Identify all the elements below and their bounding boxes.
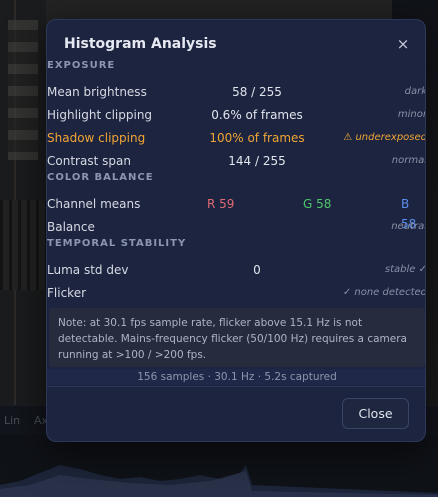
metric-mean-brightness: Mean brightness 58 / 255 dark: [47, 82, 426, 102]
metric-contrast-span: Contrast span 144 / 255 normal: [47, 151, 426, 171]
metric-channel-means: Channel means R 59 G 58 B 58: [47, 194, 425, 231]
warning-note: ⚠ underexposed: [343, 132, 426, 143]
section-temporal-stability: TEMPORAL STABILITY: [47, 238, 187, 249]
close-button[interactable]: Close: [342, 398, 409, 429]
capture-summary: 156 samples · 30.1 Hz · 5.2s captured: [47, 369, 425, 385]
metric-note: ✓ none detected: [342, 287, 426, 298]
metric-label: Luma std dev: [47, 263, 129, 277]
green-channel-mean: G 58: [303, 197, 332, 211]
close-icon[interactable]: ×: [395, 34, 411, 54]
metric-label: Highlight clipping: [47, 108, 153, 122]
metric-value: 0: [253, 263, 261, 277]
metric-note: neutral: [391, 221, 426, 232]
red-channel-mean: R 59: [207, 197, 235, 211]
section-color-balance: COLOR BALANCE: [47, 172, 154, 183]
metric-note: normal: [391, 155, 426, 166]
metric-balance: Balance neutral: [47, 217, 426, 237]
metric-luma-std-dev: Luma std dev 0 stable ✓: [47, 260, 426, 280]
metric-value: 100% of frames: [209, 131, 305, 145]
metric-note: dark: [404, 86, 426, 97]
metric-label: Shadow clipping: [47, 131, 146, 145]
metric-note: minor: [397, 109, 426, 120]
metric-shadow-clipping: Shadow clipping 100% of frames ⚠ underex…: [47, 128, 426, 148]
metric-value: 0.6% of frames: [211, 108, 303, 122]
metric-label: Channel means: [47, 197, 141, 211]
metric-note: stable ✓: [384, 264, 426, 275]
footer-divider: [47, 386, 425, 387]
metric-flicker: Flicker ✓ none detected: [47, 283, 426, 303]
metric-label: Mean brightness: [47, 85, 147, 99]
metric-value: 144 / 255: [228, 154, 286, 168]
histogram-analysis-dialog: Histogram Analysis × EXPOSURE Mean brigh…: [46, 19, 426, 442]
dialog-title: Histogram Analysis: [64, 36, 217, 52]
metric-label: Contrast span: [47, 154, 131, 168]
section-exposure: EXPOSURE: [47, 60, 116, 71]
metric-highlight-clipping: Highlight clipping 0.6% of frames minor: [47, 105, 426, 125]
metric-label: Flicker: [47, 286, 87, 300]
metric-value: 58 / 255: [232, 85, 282, 99]
metric-label: Balance: [47, 220, 95, 234]
flicker-info-note: Note: at 30.1 fps sample rate, flicker a…: [49, 308, 425, 367]
